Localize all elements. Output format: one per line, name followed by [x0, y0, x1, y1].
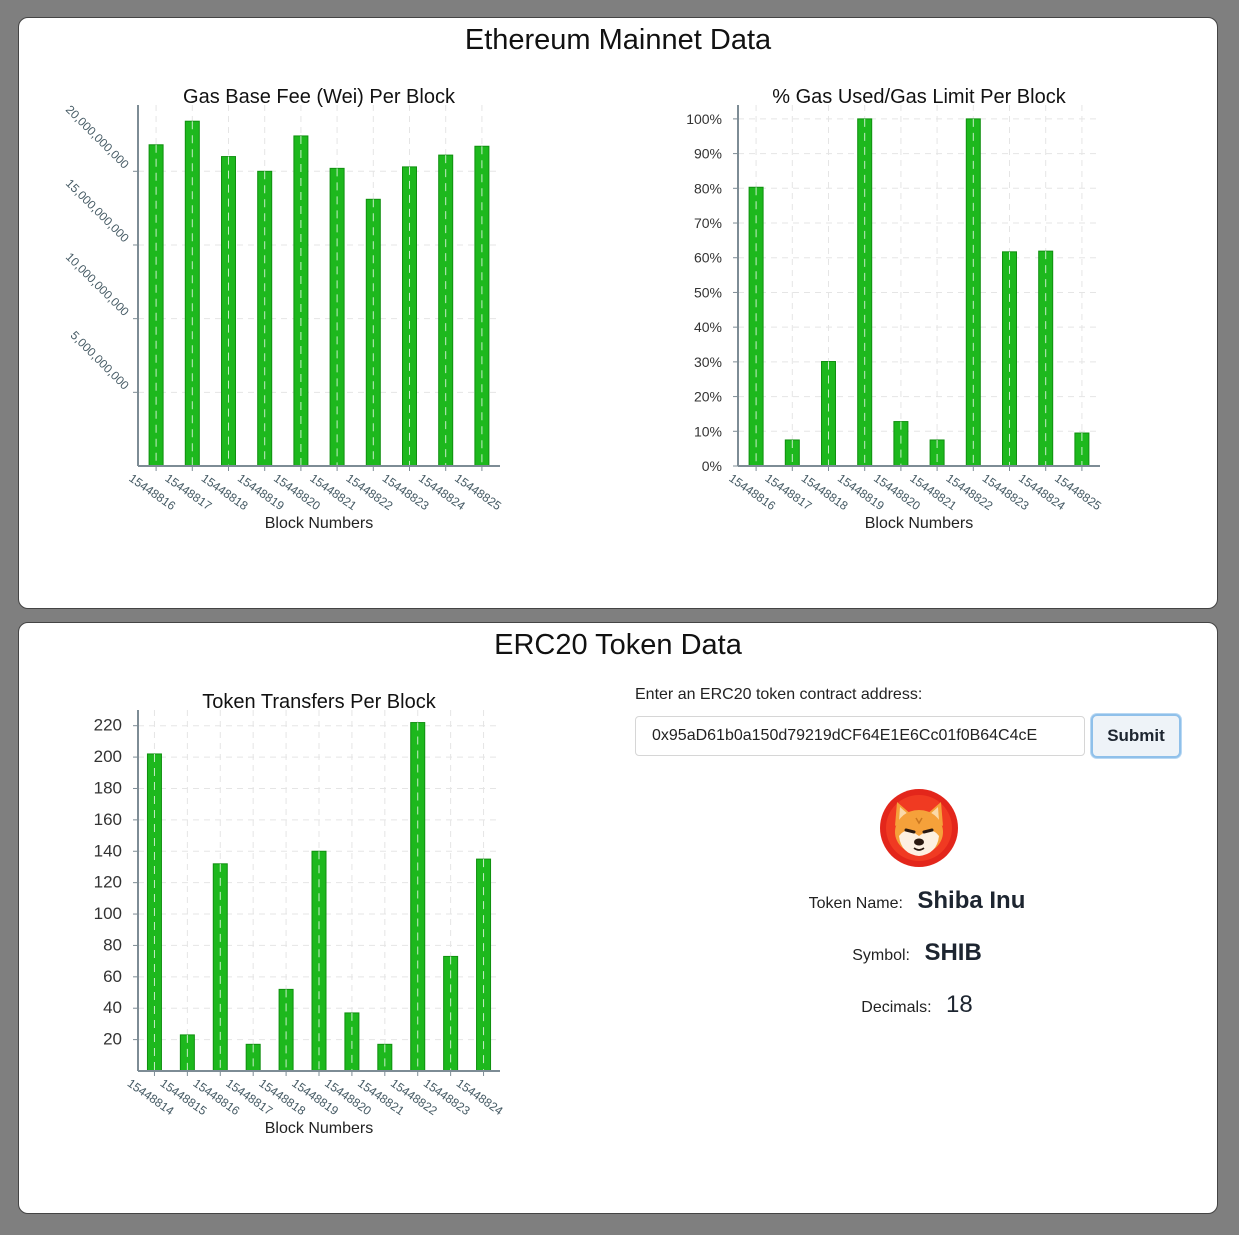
gas-base-fee-chart: Gas Base Fee (Wei) Per Block 5,000,000,00… [63, 86, 504, 532]
x-axis-label: Block Numbers [865, 515, 973, 532]
y-tick-label: 120 [94, 873, 122, 892]
submit-button[interactable]: Submit [1091, 714, 1181, 758]
y-tick-label: 100 [94, 904, 122, 923]
y-tick-label: 15,000,000,000 [63, 176, 132, 245]
chart-title: % Gas Used/Gas Limit Per Block [772, 86, 1066, 108]
y-tick-label: 220 [94, 716, 122, 735]
y-tick-label: 40% [694, 319, 722, 335]
y-tick-label: 200 [94, 747, 122, 766]
token-name-row: Token Name: Shiba Inu [635, 887, 1199, 915]
token-decimals-row: Decimals: 18 [635, 991, 1199, 1019]
y-tick-label: 70% [694, 215, 722, 231]
bar [748, 186, 764, 467]
ethereum-mainnet-panel: Ethereum Mainnet Data Gas Base Fee (Wei)… [18, 17, 1218, 609]
y-tick-label: 100% [686, 111, 722, 127]
y-tick-label: 10% [694, 423, 722, 439]
bar [278, 988, 294, 1072]
shiba-inu-logo-icon [880, 789, 958, 867]
y-tick-label: 30% [694, 354, 722, 370]
token-symbol-row: Symbol: SHIB [635, 939, 1199, 967]
x-axis-label: Block Numbers [265, 515, 373, 532]
token-symbol-value: SHIB [924, 939, 982, 966]
contract-address-input[interactable] [635, 716, 1085, 756]
y-tick-label: 60% [694, 250, 722, 266]
token-symbol-label: Symbol: [852, 947, 910, 964]
y-tick-label: 50% [694, 284, 722, 300]
y-tick-label: 0% [702, 458, 722, 474]
chart-title: Gas Base Fee (Wei) Per Block [183, 86, 456, 108]
y-tick-label: 180 [94, 778, 122, 797]
y-tick-label: 5,000,000,000 [68, 328, 132, 392]
x-axis-label: Block Numbers [265, 1120, 373, 1137]
y-tick-label: 90% [694, 146, 722, 162]
token-decimals-value: 18 [945, 991, 973, 1018]
y-tick-label: 160 [94, 810, 122, 829]
y-tick-label: 20,000,000,000 [63, 103, 132, 172]
y-tick-label: 20% [694, 389, 722, 405]
token-name-value: Shiba Inu [917, 887, 1026, 914]
y-tick-label: 80 [103, 935, 122, 954]
section-title: ERC20 Token Data [494, 629, 742, 661]
token-decimals-label: Decimals: [861, 999, 932, 1016]
y-tick-label: 20 [103, 1030, 122, 1049]
gas-used-chart: % Gas Used/Gas Limit Per Block 0% 10% 20% 30… [686, 86, 1104, 532]
y-tick-label: 40 [103, 998, 122, 1017]
erc20-token-panel: ERC20 Token Data Token Transfers Per Blo… [18, 622, 1218, 1214]
y-tick-label: 10,000,000,000 [63, 250, 132, 319]
y-tick-label: 140 [94, 841, 122, 860]
token-name-label: Token Name: [808, 895, 903, 912]
token-transfers-chart: Token Transfers Per Block 20 40 60 80 100 120 1… [94, 691, 506, 1137]
chart-title: Token Transfers Per Block [202, 691, 436, 713]
section-title: Ethereum Mainnet Data [464, 24, 772, 56]
address-input-label: Enter an ERC20 token contract address: [635, 686, 923, 703]
y-tick-label: 60 [103, 967, 122, 986]
y-tick-label: 80% [694, 180, 722, 196]
